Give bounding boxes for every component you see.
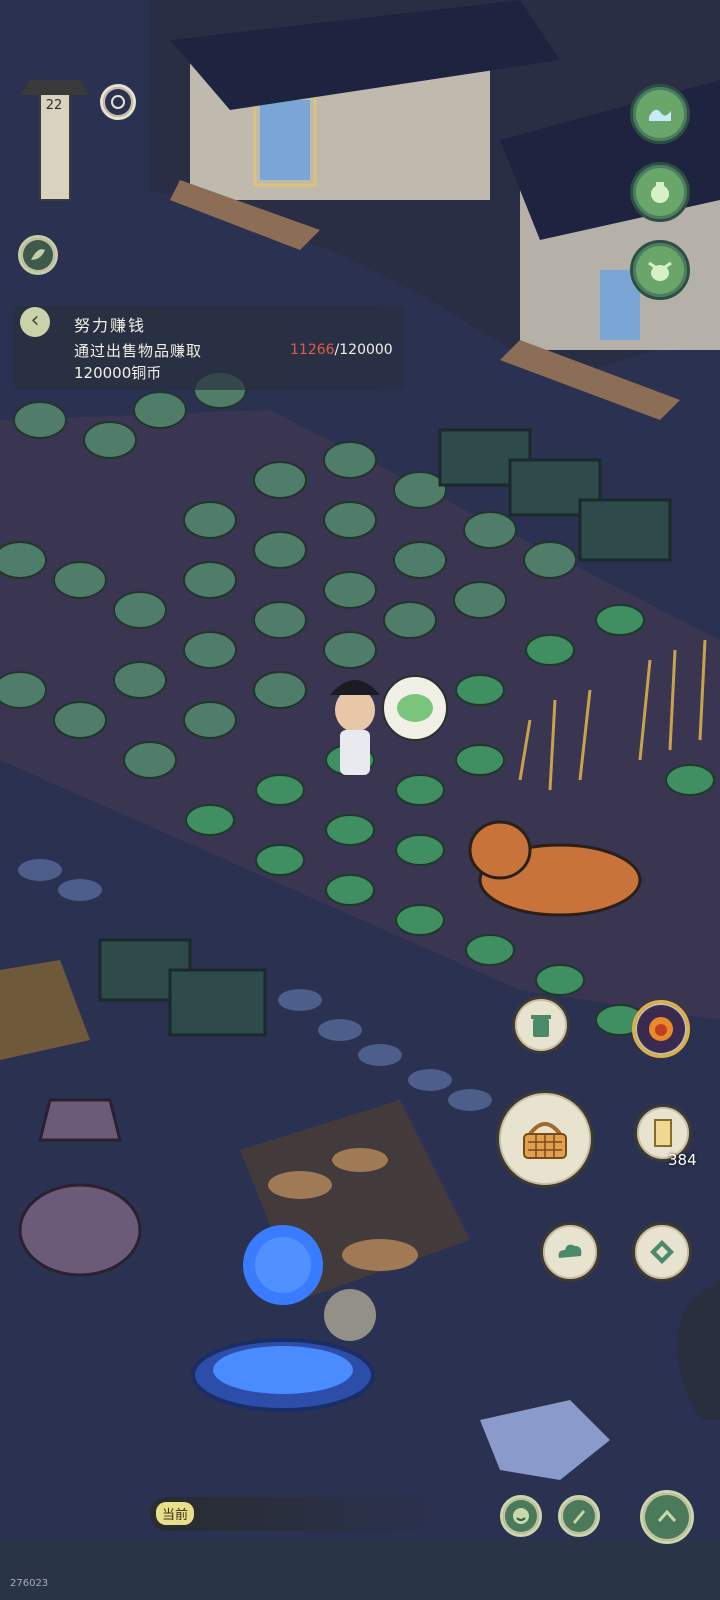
lion-mask-icon[interactable]	[632, 1000, 690, 1058]
build-id: 276023	[10, 1578, 49, 1589]
basket-button[interactable]	[496, 1090, 594, 1188]
pot-icon[interactable]	[630, 162, 690, 222]
basket-icon	[523, 1122, 567, 1159]
quest-progress-current: 11266	[290, 342, 335, 358]
smile-icon[interactable]	[500, 1495, 542, 1537]
diamond-icon[interactable]	[632, 1222, 692, 1282]
quest-title: 努力赚钱	[74, 316, 147, 335]
quest-target: 120000铜币	[74, 364, 162, 382]
wave-icon[interactable]	[630, 84, 690, 144]
quest-progress: 11266/120000	[290, 342, 393, 358]
cloud-icon[interactable]	[540, 1222, 600, 1282]
chevron-left-icon[interactable]: ‹	[20, 307, 50, 337]
chat-channel-label[interactable]: 当前	[156, 1502, 195, 1525]
farm-scene	[0, 0, 720, 1600]
moon-icon[interactable]	[100, 84, 136, 120]
trash-icon[interactable]	[512, 996, 570, 1054]
brush-icon[interactable]	[558, 1495, 600, 1537]
ticket-count: 384	[668, 1151, 697, 1169]
ox-icon[interactable]	[630, 240, 690, 300]
level-indicator: 22	[45, 98, 63, 113]
chevron-up-icon[interactable]	[640, 1490, 694, 1544]
leaf-icon[interactable]	[18, 235, 58, 275]
quest-progress-total: /120000	[334, 342, 393, 358]
quest-description: 通过出售物品赚取	[74, 342, 203, 360]
chat-bar[interactable]	[150, 1497, 450, 1531]
